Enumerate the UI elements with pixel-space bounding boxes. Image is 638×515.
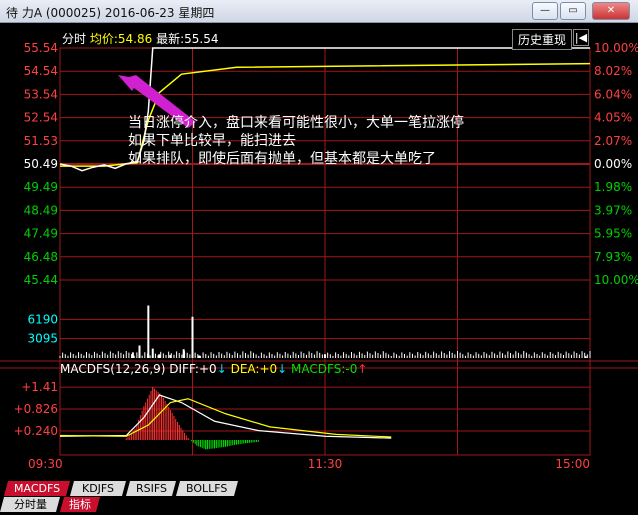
percent-tick-label: 0.00%: [594, 157, 632, 171]
avg-price-label: 均价:: [89, 32, 118, 46]
macd-title: MACDFS(12,26,9): [60, 362, 166, 376]
price-tick-label: 54.54: [24, 64, 58, 78]
percent-tick-label: 3.97%: [594, 203, 632, 217]
percent-tick-label: 10.00%: [594, 41, 638, 55]
window-titlebar: 待 力A (000025) 2016-06-23 星期四 — ▭ ✕: [0, 0, 638, 23]
percent-tick-label: 1.98%: [594, 180, 632, 194]
nav-back-icon[interactable]: |◀: [573, 29, 589, 46]
macdfs-value: -0: [345, 362, 358, 376]
maximize-button[interactable]: ▭: [560, 2, 586, 20]
macd-tick-label: +0.240: [14, 424, 58, 438]
intraday-chart: 55.54 10.00% 54.54 8.02% 53.54 6.04% 52.54 4.05…: [0, 41, 638, 471]
price-tick-label: 46.48: [24, 250, 58, 264]
time-tick-label: 09:30: [28, 457, 63, 471]
volume-tick-label: 6190: [27, 312, 58, 326]
tab-volume[interactable]: 分时量: [0, 497, 61, 512]
minimize-button[interactable]: —: [532, 2, 558, 20]
price-tick-label: 47.49: [24, 227, 58, 241]
diff-value: +0: [198, 362, 217, 376]
diff-label: DIFF:: [169, 362, 199, 376]
mode-label: 分时: [62, 32, 87, 46]
dea-label: DEA:: [230, 362, 260, 376]
close-button[interactable]: ✕: [592, 2, 630, 20]
annotation-line: 如果下单比较早，能扫进去: [128, 133, 296, 149]
window-title: 待 力A (000025) 2016-06-23 星期四: [6, 6, 215, 20]
price-tick-label: 55.54: [24, 41, 58, 55]
percent-tick-label: 8.02%: [594, 64, 632, 78]
last-price-value: 55.54: [184, 32, 219, 46]
price-tick-label: 45.44: [24, 273, 58, 287]
annotation-line: 当日涨停介入，盘口来看可能性很小，大单一笔拉涨停: [128, 115, 464, 131]
price-tick-label: 52.54: [24, 111, 58, 125]
price-tick-label: 50.49: [24, 157, 58, 171]
time-tick-label: 11:30: [308, 457, 343, 471]
macd-tick-label: +0.826: [14, 402, 58, 416]
dea-value: +0: [259, 362, 278, 376]
time-tick-label: 15:00: [555, 457, 590, 471]
avg-price-value: 54.86: [117, 32, 153, 46]
price-info: 分时 均价:54.86 最新:55.54: [62, 30, 218, 47]
percent-tick-label: 2.07%: [594, 134, 632, 148]
tab-bollfs[interactable]: BOLLFS: [175, 481, 239, 496]
last-price-label: 最新:: [156, 32, 185, 46]
macd-tick-label: +1.41: [21, 380, 58, 394]
history-replay-button[interactable]: 历史重现: [512, 29, 573, 50]
percent-tick-label: 5.95%: [594, 227, 632, 241]
annotation-text: 当日涨停介入，盘口来看可能性很小，大单一笔拉涨停 如果下单比较早，能扫进去 如果…: [128, 114, 464, 168]
macdfs-label: MACDFS:: [291, 362, 346, 376]
percent-tick-label: 6.04%: [594, 87, 632, 101]
price-tick-label: 49.49: [24, 180, 58, 194]
price-tick-label: 53.54: [24, 87, 58, 101]
percent-tick-label: 4.05%: [594, 111, 632, 125]
annotation-line: 如果排队，即使后面有抛单，但基本都是大单吃了: [128, 151, 436, 167]
tab-macdfs[interactable]: MACDFS: [3, 481, 71, 496]
percent-tick-label: 10.00%: [594, 273, 638, 287]
volume-tick-label: 3095: [27, 332, 58, 346]
tab-indicator[interactable]: 指标: [59, 497, 101, 512]
tab-kdjfs[interactable]: KDJFS: [69, 481, 127, 496]
diff-line: [59, 394, 392, 439]
price-tick-label: 51.53: [24, 134, 58, 148]
macd-info: MACDFS(12,26,9) DIFF:+0↓ DEA:+0↓ MACDFS:…: [60, 362, 368, 376]
percent-tick-label: 7.93%: [594, 250, 632, 264]
tab-rsifs[interactable]: RSIFS: [125, 481, 177, 496]
price-tick-label: 48.49: [24, 203, 58, 217]
